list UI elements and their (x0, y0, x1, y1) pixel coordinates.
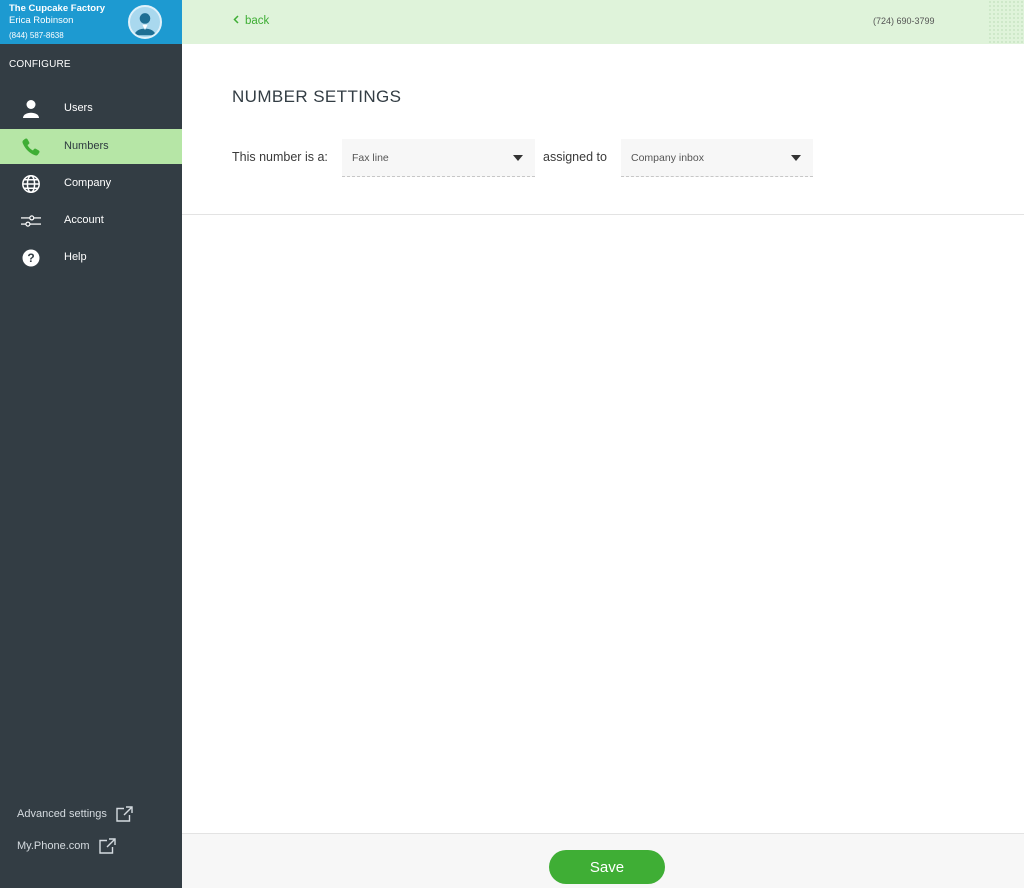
page-title: NUMBER SETTINGS (232, 87, 402, 106)
footer-bar: Save (182, 833, 1024, 888)
sidebar-item-label: Account (64, 214, 104, 226)
globe-icon (21, 174, 41, 194)
top-bar: back (724) 690-3799 (182, 0, 1024, 44)
sidebar: The Cupcake Factory Erica Robinson (844)… (0, 0, 182, 888)
my-phone-com-label: My.Phone.com (17, 840, 90, 852)
my-phone-com-link[interactable]: My.Phone.com (17, 838, 116, 854)
chevron-left-icon (233, 15, 239, 27)
sidebar-item-label: Users (64, 102, 93, 114)
assigned-to-select[interactable]: Company inbox (621, 139, 813, 177)
external-link-icon (115, 806, 133, 822)
save-button[interactable]: Save (549, 850, 665, 884)
sidebar-item-help[interactable]: ? Help (0, 240, 182, 275)
advanced-settings-label: Advanced settings (17, 808, 107, 820)
divider (182, 214, 1024, 215)
account-header[interactable]: The Cupcake Factory Erica Robinson (844)… (0, 0, 182, 44)
sidebar-item-label: Help (64, 251, 87, 263)
chevron-down-icon (513, 155, 523, 161)
sidebar-item-users[interactable]: Users (0, 91, 182, 126)
sidebar-item-label: Company (64, 177, 112, 189)
decorative-texture (988, 0, 1024, 44)
sidebar-item-label: Numbers (64, 140, 109, 152)
configure-section-label: CONFIGURE (9, 59, 71, 70)
external-link-icon (98, 838, 116, 854)
account-company-name: The Cupcake Factory (9, 3, 106, 14)
sidebar-item-numbers[interactable]: Numbers (0, 129, 182, 164)
account-user-name: Erica Robinson (9, 15, 74, 26)
phone-icon (21, 137, 41, 157)
chevron-down-icon (791, 155, 801, 161)
user-icon (21, 99, 41, 119)
back-link[interactable]: back (233, 15, 269, 27)
number-type-value: Fax line (352, 152, 389, 164)
help-icon: ? (21, 248, 41, 268)
assigned-to-value: Company inbox (631, 152, 704, 164)
sidebar-item-account[interactable]: Account (0, 203, 182, 238)
user-avatar-icon[interactable] (128, 5, 162, 39)
sidebar-item-company[interactable]: Company (0, 166, 182, 201)
svg-text:?: ? (27, 251, 34, 265)
back-label: back (245, 15, 270, 27)
assigned-to-label: assigned to (543, 150, 607, 164)
account-phone-number: (844) 587-8638 (9, 31, 64, 40)
number-type-select[interactable]: Fax line (342, 139, 535, 177)
current-phone-number: (724) 690-3799 (873, 16, 935, 26)
number-type-label: This number is a: (232, 150, 328, 164)
sliders-icon (21, 211, 41, 231)
advanced-settings-link[interactable]: Advanced settings (17, 806, 133, 822)
